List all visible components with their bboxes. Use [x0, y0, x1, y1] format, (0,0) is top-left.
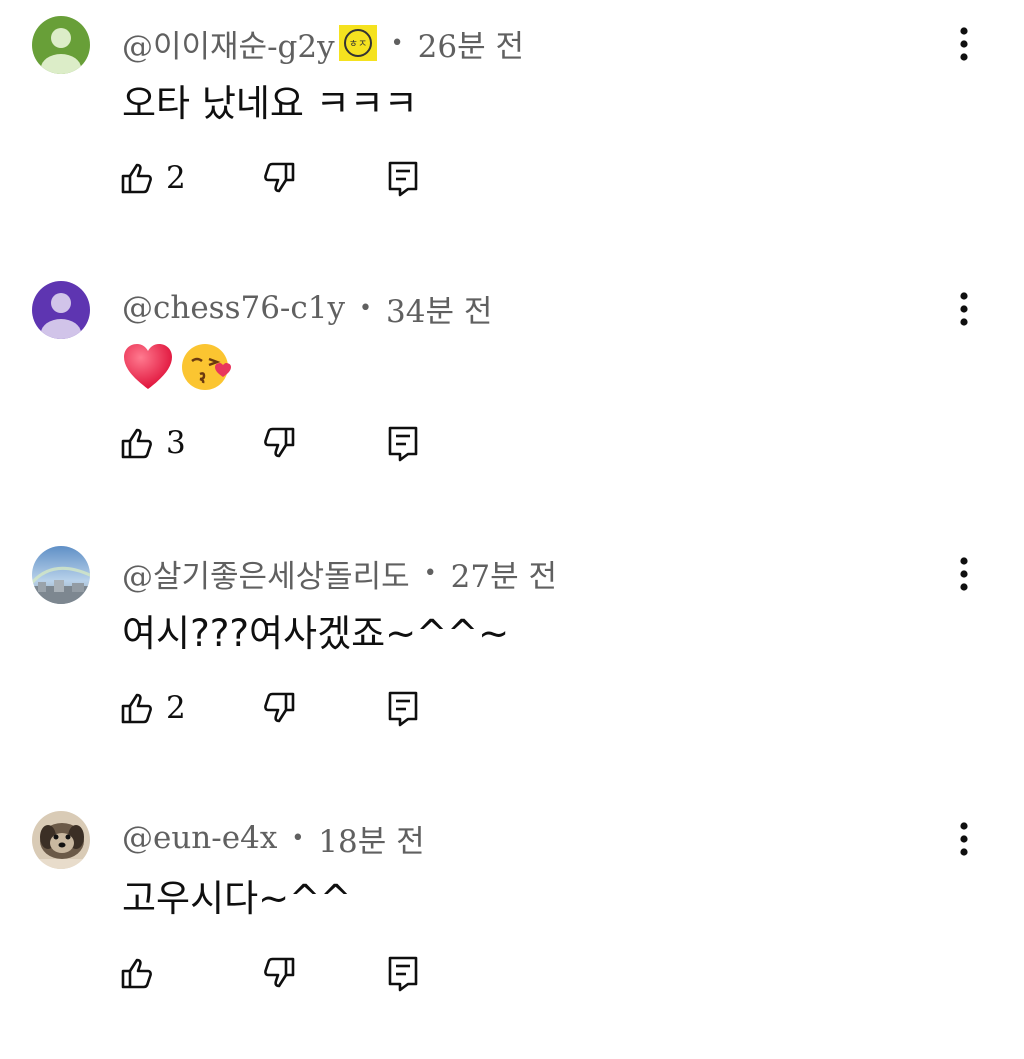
- thumbs-down-icon: [264, 162, 295, 193]
- more-vertical-icon[interactable]: [946, 817, 982, 861]
- comment-author[interactable]: @이이재순-g2y: [122, 21, 335, 66]
- comment-item: @이이재순-g2y ㅎㅈ • 26분 전 오타 났네요 ㅋㅋㅋ 2: [0, 0, 1024, 264]
- separator-dot: •: [291, 825, 305, 851]
- like-button[interactable]: 2: [118, 678, 186, 738]
- comment-time: 34분 전: [386, 293, 493, 330]
- comment-item: @eun-e4x • 18분 전 고우시다~^^: [0, 795, 1024, 1059]
- like-button[interactable]: [118, 943, 166, 1003]
- reply-icon: [388, 956, 418, 992]
- default-avatar-icon: [32, 281, 90, 339]
- reply-icon: [388, 426, 418, 462]
- thumbs-down-icon: [264, 427, 295, 458]
- more-vertical-icon[interactable]: [946, 22, 982, 66]
- comment-actions: [118, 943, 458, 1003]
- separator-dot: •: [359, 295, 372, 321]
- avatar[interactable]: [32, 546, 90, 604]
- thumbs-down-icon: [264, 692, 295, 723]
- comment-meta: @chess76-c1y • 34분 전: [122, 285, 492, 331]
- like-button[interactable]: 3: [118, 413, 186, 473]
- avatar[interactable]: [32, 281, 90, 339]
- member-badge-icon: ㅎㅈ: [338, 25, 377, 61]
- thumbs-down-icon: [264, 957, 295, 988]
- thumbs-up-icon: [121, 958, 152, 989]
- comment-time: 27분 전: [450, 558, 558, 595]
- separator-dot: •: [423, 560, 437, 586]
- comment-actions: 2: [118, 678, 458, 738]
- thumbs-up-icon: [121, 428, 152, 459]
- heart-emoji: [124, 344, 172, 389]
- thumbs-up-icon: [121, 693, 152, 724]
- reply-icon: [388, 691, 418, 727]
- reply-button[interactable]: [384, 678, 422, 738]
- more-vertical-icon[interactable]: [946, 287, 982, 331]
- comment-item: @살기좋은세상돌리도 • 27분 전 여시???여사겠죠~^^~ 2: [0, 530, 1024, 794]
- comment-text: 오타 났네요 ㅋㅋㅋ: [122, 82, 418, 125]
- dislike-button[interactable]: [260, 148, 298, 208]
- comment-meta: @eun-e4x • 18분 전: [122, 815, 425, 861]
- separator-dot: •: [390, 30, 404, 56]
- comment-author[interactable]: @eun-e4x: [122, 820, 277, 856]
- comment-actions: 3: [118, 413, 458, 473]
- reply-button[interactable]: [384, 413, 422, 473]
- comment-author[interactable]: @chess76-c1y: [122, 290, 345, 326]
- dislike-button[interactable]: [260, 943, 298, 1003]
- avatar[interactable]: [32, 811, 90, 869]
- kissing-face-emoji: [182, 344, 231, 390]
- default-avatar-icon: [32, 16, 90, 74]
- comment-text: 여시???여사겠죠~^^~: [122, 612, 510, 655]
- comment-time: 26분 전: [417, 28, 524, 65]
- like-count: 3: [166, 425, 186, 461]
- like-count: 2: [166, 690, 186, 726]
- thumbs-up-icon: [121, 163, 152, 194]
- dislike-button[interactable]: [260, 678, 298, 738]
- landscape-photo-avatar: [32, 546, 90, 604]
- comment-item: @chess76-c1y • 34분 전 3: [0, 265, 1024, 529]
- dog-photo-avatar: [32, 811, 90, 869]
- dislike-button[interactable]: [260, 413, 298, 473]
- svg-text:ㅎㅈ: ㅎㅈ: [348, 39, 366, 50]
- comment-author[interactable]: @살기좋은세상돌리도: [122, 551, 410, 596]
- comment-text: 고우시다~^^: [122, 877, 352, 920]
- avatar[interactable]: [32, 16, 90, 74]
- reply-button[interactable]: [384, 148, 422, 208]
- like-count: 2: [166, 160, 186, 196]
- comment-meta: @살기좋은세상돌리도 • 27분 전: [122, 550, 557, 596]
- comment-meta: @이이재순-g2y ㅎㅈ • 26분 전: [122, 20, 524, 66]
- comment-time: 18분 전: [318, 823, 425, 860]
- more-vertical-icon[interactable]: [946, 552, 982, 596]
- reply-button[interactable]: [384, 943, 422, 1003]
- comment-text: [122, 341, 234, 393]
- reply-icon: [388, 161, 418, 197]
- like-button[interactable]: 2: [118, 148, 186, 208]
- comment-actions: 2: [118, 148, 458, 208]
